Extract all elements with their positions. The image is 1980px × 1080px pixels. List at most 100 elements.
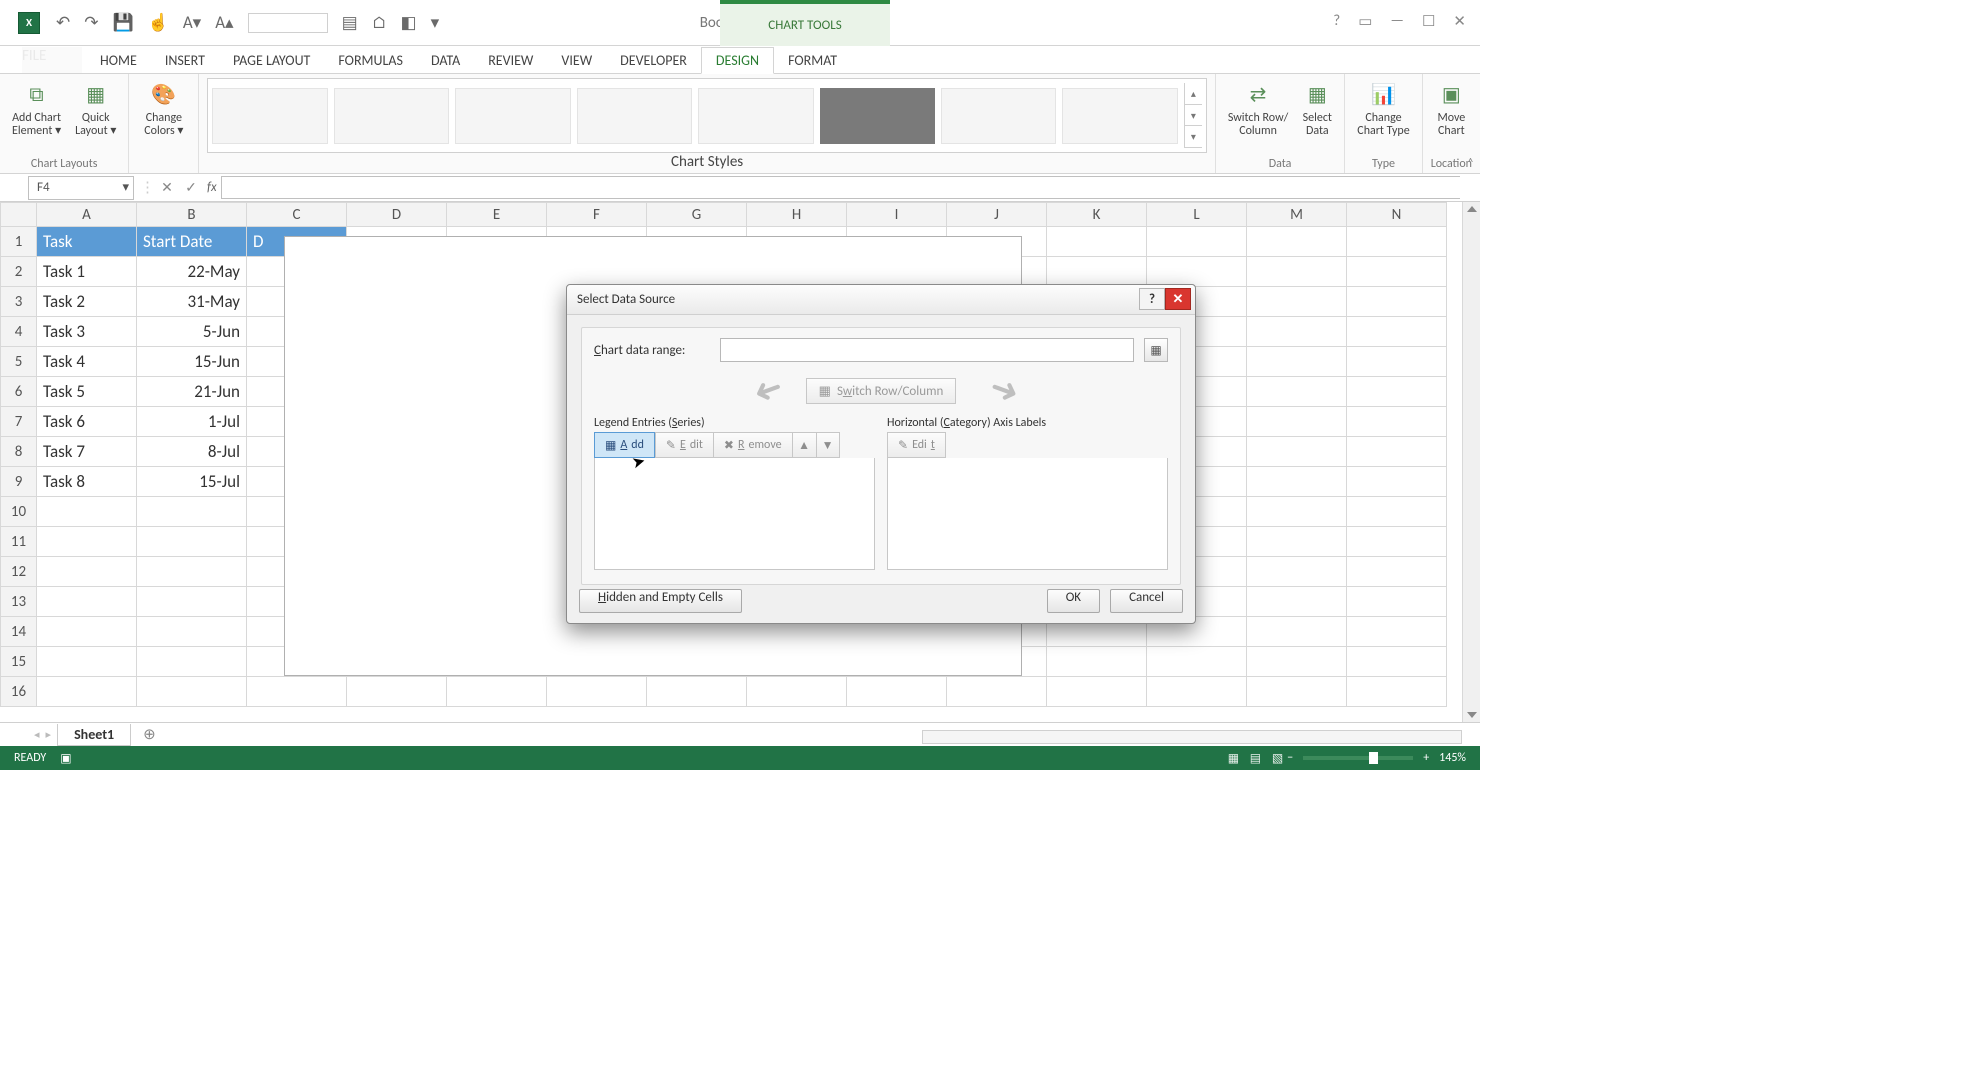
dialog-close-button[interactable]: ✕ bbox=[1165, 288, 1191, 310]
move-series-down-button[interactable]: ▼ bbox=[816, 432, 840, 458]
help-button[interactable]: ? bbox=[1333, 12, 1340, 31]
row-header-1[interactable]: 1 bbox=[1, 227, 37, 257]
quick-layout-button[interactable]: ▦ Quick Layout ▾ bbox=[71, 78, 120, 140]
cell-M14[interactable] bbox=[1247, 617, 1347, 647]
cell-M2[interactable] bbox=[1247, 257, 1347, 287]
name-box[interactable]: F4 ▾ bbox=[28, 176, 134, 200]
cell-B14[interactable] bbox=[137, 617, 247, 647]
cancel-button[interactable]: Cancel bbox=[1110, 589, 1183, 613]
save-button[interactable]: 💾 bbox=[113, 12, 134, 33]
qat-combo[interactable] bbox=[248, 13, 328, 33]
remove-series-button[interactable]: ✖Remove bbox=[713, 432, 792, 458]
qat-more-1[interactable]: ▤ bbox=[342, 12, 358, 33]
cell-M7[interactable] bbox=[1247, 407, 1347, 437]
horizontal-scrollbar[interactable] bbox=[922, 730, 1462, 744]
cell-E16[interactable] bbox=[447, 677, 547, 707]
cell-M12[interactable] bbox=[1247, 557, 1347, 587]
ok-button[interactable]: OK bbox=[1047, 589, 1100, 613]
switch-row-column-button[interactable]: ⇄ Switch Row/ Column bbox=[1224, 78, 1292, 140]
cell-M16[interactable] bbox=[1247, 677, 1347, 707]
cell-F16[interactable] bbox=[547, 677, 647, 707]
row-header-16[interactable]: 16 bbox=[1, 677, 37, 707]
cell-G16[interactable] bbox=[647, 677, 747, 707]
chart-style-thumb[interactable] bbox=[212, 88, 327, 144]
page-layout-view-button[interactable]: ▤ bbox=[1250, 752, 1261, 766]
cell-N15[interactable] bbox=[1347, 647, 1447, 677]
sheet-tab-sheet1[interactable]: Sheet1 bbox=[57, 724, 131, 746]
change-colors-button[interactable]: 🎨 Change Colors ▾ bbox=[140, 78, 187, 140]
vertical-scrollbar[interactable] bbox=[1462, 202, 1480, 722]
page-break-view-button[interactable]: ▧ bbox=[1272, 752, 1283, 766]
cell-A16[interactable] bbox=[37, 677, 137, 707]
tab-format[interactable]: FORMAT bbox=[774, 48, 851, 73]
cell-A8[interactable]: Task 7 bbox=[37, 437, 137, 467]
cell-N14[interactable] bbox=[1347, 617, 1447, 647]
tab-insert[interactable]: INSERT bbox=[151, 48, 219, 73]
tab-file[interactable]: FILE bbox=[22, 47, 82, 73]
cell-I16[interactable] bbox=[847, 677, 947, 707]
sheet-nav-prev[interactable]: ◂ bbox=[34, 728, 40, 741]
column-header-E[interactable]: E bbox=[447, 203, 547, 227]
collapse-ribbon-button[interactable]: ˄ bbox=[1467, 156, 1474, 171]
row-header-5[interactable]: 5 bbox=[1, 347, 37, 377]
dialog-help-button[interactable]: ? bbox=[1139, 288, 1165, 310]
chart-style-thumb[interactable] bbox=[455, 88, 570, 144]
hidden-empty-cells-button[interactable]: Hidden and Empty Cells bbox=[579, 589, 742, 613]
cell-A15[interactable] bbox=[37, 647, 137, 677]
cell-A14[interactable] bbox=[37, 617, 137, 647]
column-header-B[interactable]: B bbox=[137, 203, 247, 227]
ribbon-display-options[interactable]: ▭ bbox=[1358, 12, 1372, 31]
row-header-10[interactable]: 10 bbox=[1, 497, 37, 527]
row-header-4[interactable]: 4 bbox=[1, 317, 37, 347]
cell-A6[interactable]: Task 5 bbox=[37, 377, 137, 407]
column-header-J[interactable]: J bbox=[947, 203, 1047, 227]
chart-style-thumb[interactable] bbox=[334, 88, 449, 144]
cell-B15[interactable] bbox=[137, 647, 247, 677]
cell-M8[interactable] bbox=[1247, 437, 1347, 467]
cell-B6[interactable]: 21-Jun bbox=[137, 377, 247, 407]
dialog-titlebar[interactable]: Select Data Source ? ✕ bbox=[567, 285, 1195, 315]
close-window-button[interactable]: ✕ bbox=[1453, 12, 1466, 31]
tab-data[interactable]: DATA bbox=[417, 48, 474, 73]
gallery-spinner[interactable]: ▴▾▾ bbox=[1184, 83, 1202, 148]
tab-home[interactable]: HOME bbox=[86, 48, 151, 73]
zoom-slider[interactable] bbox=[1303, 756, 1413, 760]
zoom-level[interactable]: 145% bbox=[1439, 751, 1466, 765]
column-header-L[interactable]: L bbox=[1147, 203, 1247, 227]
cell-N12[interactable] bbox=[1347, 557, 1447, 587]
select-all-corner[interactable] bbox=[1, 203, 37, 227]
cell-M11[interactable] bbox=[1247, 527, 1347, 557]
maximize-button[interactable]: ☐ bbox=[1422, 12, 1435, 31]
cell-H16[interactable] bbox=[747, 677, 847, 707]
row-header-2[interactable]: 2 bbox=[1, 257, 37, 287]
cell-B9[interactable]: 15-Jul bbox=[137, 467, 247, 497]
font-dec-button[interactable]: A▾ bbox=[183, 12, 201, 33]
zoom-in-button[interactable]: + bbox=[1423, 751, 1429, 765]
cell-A12[interactable] bbox=[37, 557, 137, 587]
chart-style-thumb[interactable] bbox=[941, 88, 1056, 144]
row-header-15[interactable]: 15 bbox=[1, 647, 37, 677]
name-box-dropdown-icon[interactable]: ▾ bbox=[122, 180, 129, 195]
column-header-A[interactable]: A bbox=[37, 203, 137, 227]
touch-mode-button[interactable]: ☝ bbox=[148, 12, 169, 33]
chart-style-thumb[interactable] bbox=[698, 88, 813, 144]
range-picker-button[interactable]: ▦ bbox=[1144, 338, 1168, 362]
cell-B7[interactable]: 1-Jul bbox=[137, 407, 247, 437]
cell-A7[interactable]: Task 6 bbox=[37, 407, 137, 437]
chart-style-thumb[interactable] bbox=[1062, 88, 1177, 144]
minimize-button[interactable]: — bbox=[1390, 12, 1404, 31]
cell-L15[interactable] bbox=[1147, 647, 1247, 677]
cell-A10[interactable] bbox=[37, 497, 137, 527]
cell-B8[interactable]: 8-Jul bbox=[137, 437, 247, 467]
cell-M9[interactable] bbox=[1247, 467, 1347, 497]
undo-button[interactable]: ↶ bbox=[56, 12, 70, 33]
cell-M1[interactable] bbox=[1247, 227, 1347, 257]
cell-N3[interactable] bbox=[1347, 287, 1447, 317]
zoom-out-button[interactable]: − bbox=[1287, 751, 1293, 765]
edit-axis-labels-button[interactable]: ✎Edit bbox=[887, 432, 946, 458]
redo-button[interactable]: ↷ bbox=[84, 12, 98, 33]
font-inc-button[interactable]: A▴ bbox=[215, 12, 233, 33]
cell-N4[interactable] bbox=[1347, 317, 1447, 347]
edit-series-button[interactable]: ✎Edit bbox=[655, 432, 713, 458]
cell-N7[interactable] bbox=[1347, 407, 1447, 437]
